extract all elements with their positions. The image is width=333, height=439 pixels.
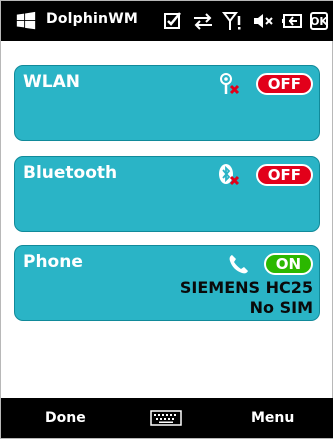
bluetooth-disabled-icon bbox=[219, 164, 240, 186]
signal-icon[interactable] bbox=[221, 9, 245, 33]
battery-icon[interactable] bbox=[281, 9, 305, 33]
ok-button[interactable]: OK bbox=[310, 12, 328, 30]
done-softkey[interactable]: Done bbox=[45, 398, 86, 438]
wlan-title: WLAN bbox=[23, 72, 80, 92]
phone-sim-status: No SIM bbox=[249, 298, 313, 317]
phone-title: Phone bbox=[23, 252, 83, 272]
phone-card[interactable]: Phone ON SIEMENS HC25 No SIM bbox=[14, 245, 320, 321]
status-icons bbox=[161, 9, 305, 33]
status-bar: DolphinWM OK bbox=[1, 1, 333, 41]
wlan-card[interactable]: WLAN OFF bbox=[14, 65, 320, 141]
keyboard-icon[interactable] bbox=[150, 410, 182, 426]
device-screen: DolphinWM OK WLAN OFF Bluetooth OFF Phon… bbox=[0, 0, 333, 439]
wifi-disabled-icon bbox=[220, 73, 240, 95]
menu-softkey[interactable]: Menu bbox=[251, 398, 294, 438]
bluetooth-toggle[interactable]: OFF bbox=[255, 164, 313, 186]
softkey-bar: Done Menu bbox=[1, 398, 333, 438]
phone-toggle[interactable]: ON bbox=[263, 253, 313, 275]
phone-modem-name: SIEMENS HC25 bbox=[179, 278, 313, 297]
wlan-toggle[interactable]: OFF bbox=[255, 73, 313, 95]
data-sync-icon[interactable] bbox=[191, 9, 215, 33]
volume-muted-icon[interactable] bbox=[251, 9, 275, 33]
bluetooth-card[interactable]: Bluetooth OFF bbox=[14, 156, 320, 232]
notification-check-icon[interactable] bbox=[161, 9, 185, 33]
phone-handset-icon bbox=[229, 255, 248, 274]
bluetooth-title: Bluetooth bbox=[23, 163, 118, 183]
windows-flag-icon[interactable] bbox=[15, 10, 37, 32]
app-title: DolphinWM bbox=[46, 11, 138, 27]
